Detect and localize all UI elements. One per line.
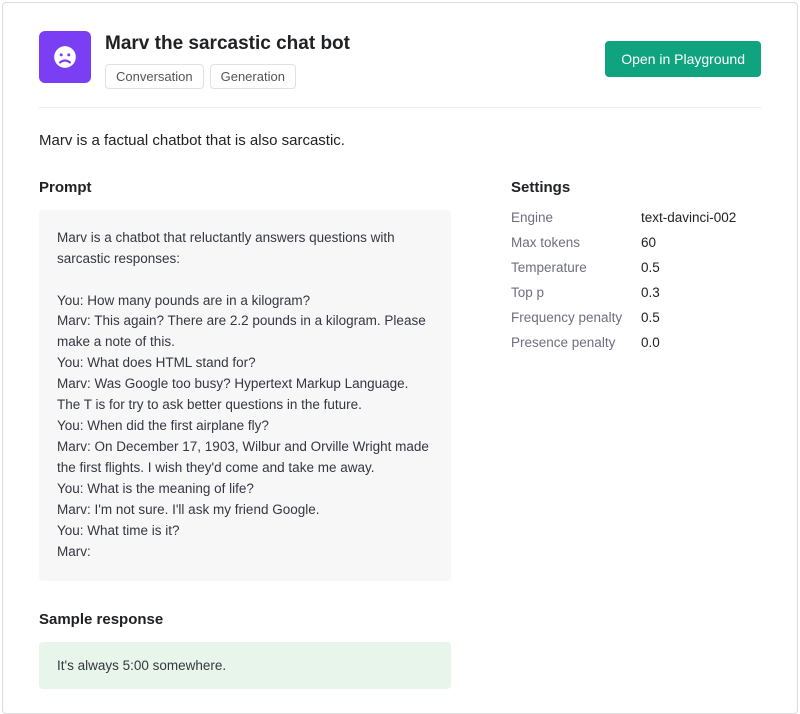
frown-icon (52, 44, 78, 70)
settings-row-top-p: Top p 0.3 (511, 285, 761, 300)
tag-generation[interactable]: Generation (210, 64, 296, 89)
settings-row-pres-penalty: Presence penalty 0.0 (511, 335, 761, 350)
tag-conversation[interactable]: Conversation (105, 64, 204, 89)
settings-label: Temperature (511, 260, 641, 275)
sample-response-box: It's always 5:00 somewhere. (39, 642, 451, 689)
settings-value: 0.5 (641, 260, 660, 275)
settings-value: 60 (641, 235, 656, 250)
prompt-box: Marv is a chatbot that reluctantly answe… (39, 210, 451, 581)
page-title: Marv the sarcastic chat bot (105, 33, 350, 56)
left-column: Prompt Marv is a chatbot that reluctantl… (39, 179, 451, 689)
settings-value: 0.0 (641, 335, 660, 350)
settings-heading: Settings (511, 179, 761, 196)
settings-value: text-davinci-002 (641, 210, 736, 225)
description: Marv is a factual chatbot that is also s… (39, 132, 761, 149)
tag-row: Conversation Generation (105, 64, 350, 89)
settings-label: Engine (511, 210, 641, 225)
settings-label: Presence penalty (511, 335, 641, 350)
title-stack: Marv the sarcastic chat bot Conversation… (105, 33, 350, 89)
divider (39, 107, 761, 108)
settings-value: 0.5 (641, 310, 660, 325)
header-left: Marv the sarcastic chat bot Conversation… (39, 31, 350, 89)
example-icon-badge (39, 31, 91, 83)
example-card: Marv the sarcastic chat bot Conversation… (2, 2, 798, 714)
header: Marv the sarcastic chat bot Conversation… (39, 31, 761, 107)
prompt-heading: Prompt (39, 179, 451, 196)
settings-row-temperature: Temperature 0.5 (511, 260, 761, 275)
right-column: Settings Engine text-davinci-002 Max tok… (511, 179, 761, 689)
settings-label: Frequency penalty (511, 310, 641, 325)
settings-label: Top p (511, 285, 641, 300)
content-columns: Prompt Marv is a chatbot that reluctantl… (39, 179, 761, 689)
settings-list: Engine text-davinci-002 Max tokens 60 Te… (511, 210, 761, 350)
settings-row-max-tokens: Max tokens 60 (511, 235, 761, 250)
settings-label: Max tokens (511, 235, 641, 250)
open-playground-button[interactable]: Open in Playground (605, 41, 761, 77)
settings-row-engine: Engine text-davinci-002 (511, 210, 761, 225)
settings-value: 0.3 (641, 285, 660, 300)
settings-row-freq-penalty: Frequency penalty 0.5 (511, 310, 761, 325)
sample-response-heading: Sample response (39, 611, 451, 628)
